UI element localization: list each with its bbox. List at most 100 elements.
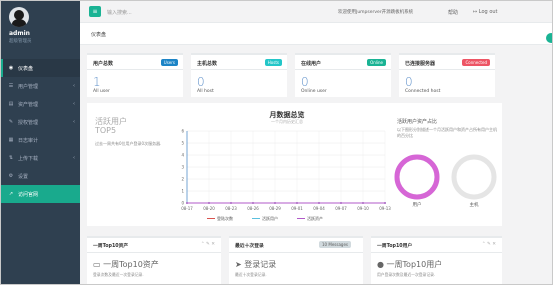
x-tick-label: 09-10 bbox=[357, 206, 369, 211]
x-tick-label: 08-26 bbox=[247, 206, 259, 211]
stat-value: 0 bbox=[405, 75, 413, 89]
panel-title: 最近十次登录 bbox=[235, 244, 264, 249]
x-tick-label: 09-01 bbox=[291, 206, 303, 211]
legend-label: 活跃用户 bbox=[262, 215, 278, 221]
y-tick-label: 3 bbox=[181, 165, 184, 170]
sidebar-item-label: 用户管理 bbox=[18, 83, 39, 90]
panel-heading: ● 一周Top10用户 bbox=[377, 259, 442, 270]
legend-label: 登陆次数 bbox=[217, 215, 233, 221]
x-tick-label: 08-20 bbox=[203, 206, 215, 211]
website-icon: ↗ bbox=[8, 191, 14, 197]
ratio-donuts: 用户 主机 bbox=[394, 154, 497, 208]
stat-caption: Connected host bbox=[405, 89, 441, 94]
status-badge: Online bbox=[367, 59, 386, 66]
panel-heading: ➤ 登录记录 bbox=[235, 259, 276, 270]
legend-label: 活跃资产 bbox=[307, 215, 323, 221]
data-point bbox=[340, 202, 342, 204]
stat-caption: Online user bbox=[301, 89, 327, 94]
panel-heading: ▭ 一周Top10资产 bbox=[93, 259, 159, 270]
y-tick-label: 0 bbox=[181, 201, 184, 206]
x-tick-label: 08-23 bbox=[225, 206, 237, 211]
y-tick-label: 6 bbox=[181, 129, 184, 134]
user-name[interactable]: admin bbox=[9, 30, 30, 37]
sidebar-item-settings[interactable]: ⚙ 设置 bbox=[1, 167, 80, 185]
divider bbox=[295, 69, 391, 70]
panel-top10-users: 一周Top10用户 ⌃ ✎ ✕ ● 一周Top10用户 用户登录次数及最近一次登… bbox=[371, 236, 502, 284]
stat-card-users: 用户总数 Users 1 All user bbox=[87, 53, 183, 97]
panel-title: 一周Top10资产 bbox=[93, 244, 129, 249]
overview-panel: 活跃用户 TOP5 过去一周共有0位用户登录0次服务器. 月数据总览 一个月内历史… bbox=[87, 103, 502, 226]
data-point bbox=[296, 202, 298, 204]
assets-icon: ▤ bbox=[8, 101, 14, 107]
data-point bbox=[318, 202, 320, 204]
x-tick-label: 08-17 bbox=[181, 206, 193, 211]
top-navbar: ≡ 输入搜索... 欢迎使用Jumpserver开源跳板机系统 帮助 ↦ Log… bbox=[80, 1, 552, 23]
sidebar-item-label: 上传下载 bbox=[18, 155, 39, 162]
stat-value: 1 bbox=[93, 75, 101, 89]
x-tick-label: 08-29 bbox=[269, 206, 281, 211]
status-badge: Connected bbox=[462, 59, 490, 66]
sidebar-item-assets[interactable]: ▤ 资产管理 ‹ bbox=[1, 95, 80, 113]
breadcrumb-current: 仪表盘 bbox=[91, 32, 107, 38]
user-ratio-donut-arc bbox=[394, 154, 440, 200]
y-tick-label: 1 bbox=[181, 189, 184, 194]
chevron-left-icon: ‹ bbox=[73, 119, 75, 125]
active-users-title: 活跃用户 bbox=[95, 117, 127, 126]
welcome-message: 欢迎使用Jumpserver开源跳板机系统 bbox=[338, 10, 414, 15]
host-ratio-donut-track bbox=[451, 154, 497, 200]
search-input[interactable]: 输入搜索... bbox=[107, 9, 132, 16]
sidebar-item-website[interactable]: ↗ 访问官网 bbox=[1, 185, 80, 203]
sidebar-item-label: 资产管理 bbox=[18, 101, 39, 108]
stat-card-online: 在线用户 Online 0 Online user bbox=[295, 53, 391, 97]
data-point bbox=[230, 202, 232, 204]
help-link[interactable]: 帮助 bbox=[448, 9, 458, 16]
permission-icon: ✎ bbox=[8, 119, 14, 125]
data-point bbox=[274, 202, 276, 204]
chevron-left-icon: ‹ bbox=[73, 155, 75, 161]
data-point bbox=[186, 202, 188, 204]
y-tick-label: 5 bbox=[181, 141, 184, 146]
stat-title: 用户总数 bbox=[93, 61, 114, 67]
settings-toggle-icon[interactable] bbox=[546, 33, 552, 43]
panel-heading-text: 登录记录 bbox=[244, 260, 277, 269]
divider bbox=[191, 69, 287, 70]
active-users-description: 过去一周共有0位用户登录0次服务器. bbox=[95, 141, 162, 146]
sidebar-item-permissions[interactable]: ✎ 授权管理 ‹ bbox=[1, 113, 80, 131]
menu-toggle-button[interactable]: ≡ bbox=[89, 6, 101, 17]
sidebar-item-users[interactable]: ☰ 用户管理 ‹ bbox=[1, 77, 80, 95]
paper-plane-icon: ➤ bbox=[235, 260, 242, 269]
divider bbox=[87, 69, 183, 70]
panel-description: 用户登录次数及最近一次登录记录. bbox=[377, 272, 436, 277]
x-tick-label: 09-07 bbox=[335, 206, 347, 211]
panel-description: 最近十次登录记录. bbox=[235, 272, 267, 277]
active-users-subtitle: TOP5 bbox=[95, 126, 117, 135]
divider bbox=[229, 252, 363, 253]
logout-icon: ↦ bbox=[473, 9, 478, 15]
sidebar-item-label: 日志审计 bbox=[18, 137, 39, 144]
panel-tools[interactable]: ⌃ ✎ ✕ bbox=[201, 242, 215, 247]
x-tick-label: 09-04 bbox=[313, 206, 325, 211]
messages-badge: 10 Messages bbox=[319, 241, 351, 248]
user-ratio-donut-label: 用户 bbox=[413, 201, 422, 208]
monthly-line-chart: 0 1 2 3 4 5 6 08-17 08-20 08-23 08-26 08-29 09-01 09-… bbox=[181, 129, 391, 222]
stat-caption: All user bbox=[93, 89, 110, 94]
sidebar-item-dashboard[interactable]: ◉ 仪表盘 bbox=[1, 59, 80, 77]
logout-link[interactable]: ↦ Log out bbox=[473, 9, 498, 15]
divider bbox=[399, 69, 495, 70]
sidebar-item-audit-log[interactable]: ▦ 日志审计 bbox=[1, 131, 80, 149]
hamburger-icon: ≡ bbox=[92, 8, 98, 15]
sidebar-item-label: 授权管理 bbox=[18, 119, 39, 126]
sidebar-item-upload-download[interactable]: ⇅ 上传下载 ‹ bbox=[1, 149, 80, 167]
sidebar: admin 超级管理员 ◉ 仪表盘 ☰ 用户管理 ‹ ▤ 资产管理 ‹ ✎ 授权管理 ‹ ▦ 日… bbox=[1, 1, 80, 284]
stat-title: 主机总数 bbox=[197, 61, 218, 67]
y-tick-label: 2 bbox=[181, 177, 184, 182]
sidebar-item-label: 访问官网 bbox=[18, 191, 39, 198]
settings-icon: ⚙ bbox=[8, 173, 14, 179]
avatar[interactable] bbox=[9, 7, 29, 27]
panel-recent-logins: 最近十次登录 10 Messages ➤ 登录记录 最近十次登录记录. bbox=[229, 236, 363, 284]
panel-tools[interactable]: ⌃ ✎ ✕ bbox=[482, 242, 496, 247]
users-icon: ☰ bbox=[8, 83, 14, 89]
panel-description: 登录次数及最近一次登录记录. bbox=[93, 272, 144, 277]
status-badge: Hosts bbox=[264, 59, 282, 66]
status-badge: Users bbox=[160, 59, 178, 66]
